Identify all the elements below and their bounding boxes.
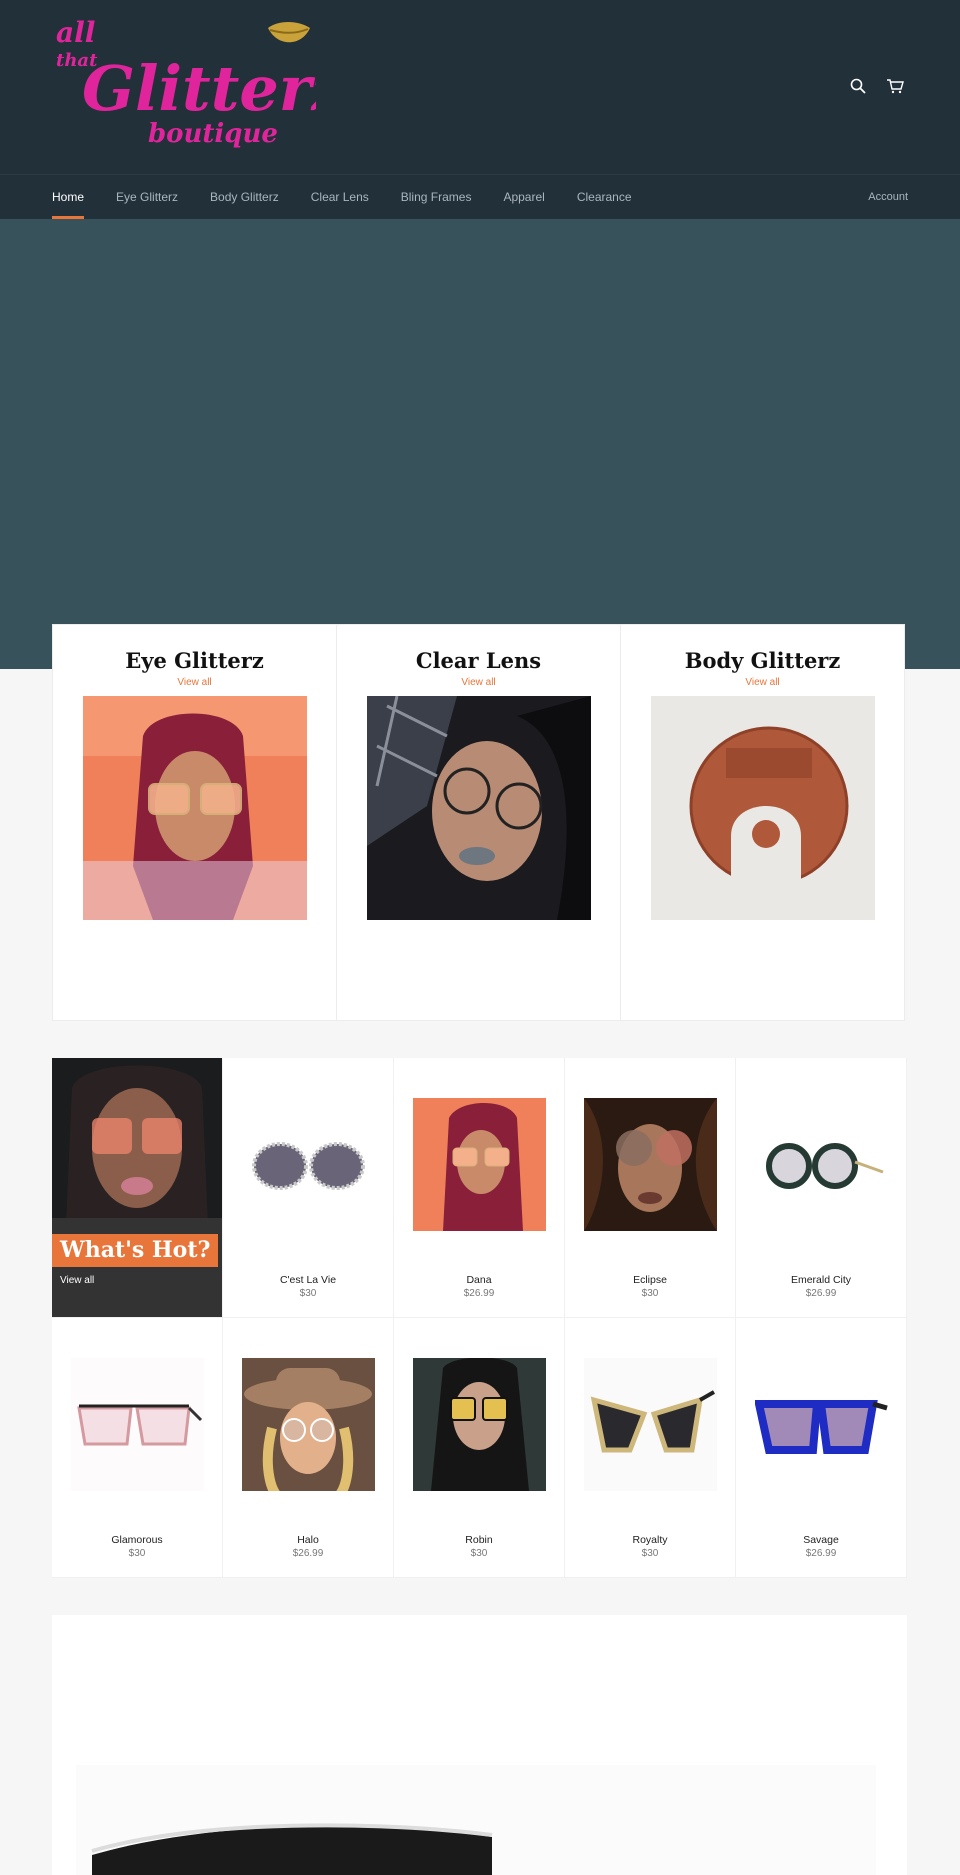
product-price: $26.99	[805, 1288, 837, 1299]
search-icon[interactable]	[850, 78, 866, 94]
product-price: $30	[641, 1288, 659, 1299]
nav-item-body-glitterz[interactable]: Body Glitterz	[210, 175, 279, 219]
product-price: $30	[470, 1548, 488, 1559]
whats-hot-title: What's Hot?	[52, 1234, 219, 1267]
collection-image[interactable]	[82, 696, 307, 920]
nav-item-bling-frames[interactable]: Bling Frames	[401, 175, 472, 219]
product-card[interactable]: Savage $26.99	[736, 1318, 907, 1578]
view-all-link[interactable]: View all	[53, 677, 336, 688]
hero-banner	[0, 219, 960, 669]
collection-image[interactable]	[650, 696, 875, 920]
product-image[interactable]	[242, 1358, 375, 1491]
collection-list: Eye Glitterz View all Clear Lens View al…	[52, 624, 905, 1021]
collection-body-glitterz[interactable]: Body Glitterz View all	[621, 625, 904, 1020]
product-card[interactable]: Dana $26.99	[394, 1058, 565, 1318]
product-card[interactable]: Royalty $30	[565, 1318, 736, 1578]
view-all-link[interactable]: View all	[60, 1275, 94, 1286]
brand-logo[interactable]: all that Glitterz boutique	[52, 12, 316, 158]
product-price: $30	[641, 1548, 659, 1559]
product-name: Savage	[803, 1534, 839, 1546]
product-name: Dana	[466, 1274, 492, 1286]
whats-hot-tile[interactable]: What's Hot? View all	[52, 1058, 223, 1318]
nav-item-clearance[interactable]: Clearance	[577, 175, 632, 219]
product-name: Emerald City	[790, 1274, 852, 1286]
collection-eye-glitterz[interactable]: Eye Glitterz View all	[53, 625, 337, 1020]
product-name: Halo	[297, 1534, 319, 1546]
product-name: Eclipse	[633, 1274, 667, 1286]
view-all-link[interactable]: View all	[337, 677, 620, 688]
product-card[interactable]: Glamorous $30	[52, 1318, 223, 1578]
product-name: Robin	[465, 1534, 493, 1546]
collection-clear-lens[interactable]: Clear Lens View all	[337, 625, 621, 1020]
nav-item-eye-glitterz[interactable]: Eye Glitterz	[116, 175, 178, 219]
product-card[interactable]: Emerald City $26.99	[736, 1058, 907, 1318]
product-grid: What's Hot? View all C'est La Vie $30 Da…	[52, 1058, 907, 1578]
nav-item-clear-lens[interactable]: Clear Lens	[311, 175, 369, 219]
product-price: $26.99	[292, 1548, 324, 1559]
product-name: C'est La Vie	[279, 1274, 337, 1286]
cart-icon[interactable]	[886, 78, 904, 94]
svg-text:Glitterz: Glitterz	[82, 52, 316, 125]
main-nav: Home Eye Glitterz Body Glitterz Clear Le…	[0, 174, 960, 219]
svg-text:all: all	[56, 16, 95, 49]
product-image[interactable]	[242, 1098, 375, 1231]
product-name: Glamorous	[111, 1534, 163, 1546]
product-image[interactable]	[413, 1358, 546, 1491]
collection-image[interactable]	[366, 696, 591, 920]
product-image[interactable]	[584, 1358, 717, 1491]
product-image[interactable]	[755, 1098, 888, 1231]
nav-item-apparel[interactable]: Apparel	[503, 175, 544, 219]
nav-item-home[interactable]: Home	[52, 175, 85, 219]
featured-product	[52, 1615, 907, 1875]
product-image[interactable]	[71, 1358, 204, 1491]
product-name: Royalty	[632, 1534, 668, 1546]
product-card[interactable]: Eclipse $30	[565, 1058, 736, 1318]
view-all-link[interactable]: View all	[621, 677, 904, 688]
collection-title[interactable]: Body Glitterz	[621, 647, 904, 675]
product-image[interactable]	[413, 1098, 546, 1231]
svg-text:boutique: boutique	[148, 119, 278, 149]
product-image[interactable]	[755, 1358, 888, 1491]
product-card[interactable]: C'est La Vie $30	[223, 1058, 394, 1318]
product-image[interactable]	[584, 1098, 717, 1231]
product-price: $26.99	[805, 1548, 837, 1559]
account-link[interactable]: Account	[868, 175, 908, 219]
collection-title[interactable]: Eye Glitterz	[53, 647, 336, 675]
product-card[interactable]: Robin $30	[394, 1318, 565, 1578]
product-card[interactable]: Halo $26.99	[223, 1318, 394, 1578]
product-price: $26.99	[463, 1288, 495, 1299]
collection-title[interactable]: Clear Lens	[337, 647, 620, 675]
site-header: all that Glitterz boutique	[0, 0, 960, 174]
featured-product-image[interactable]	[52, 1615, 907, 1875]
product-price: $30	[128, 1548, 146, 1559]
product-price: $30	[299, 1288, 317, 1299]
